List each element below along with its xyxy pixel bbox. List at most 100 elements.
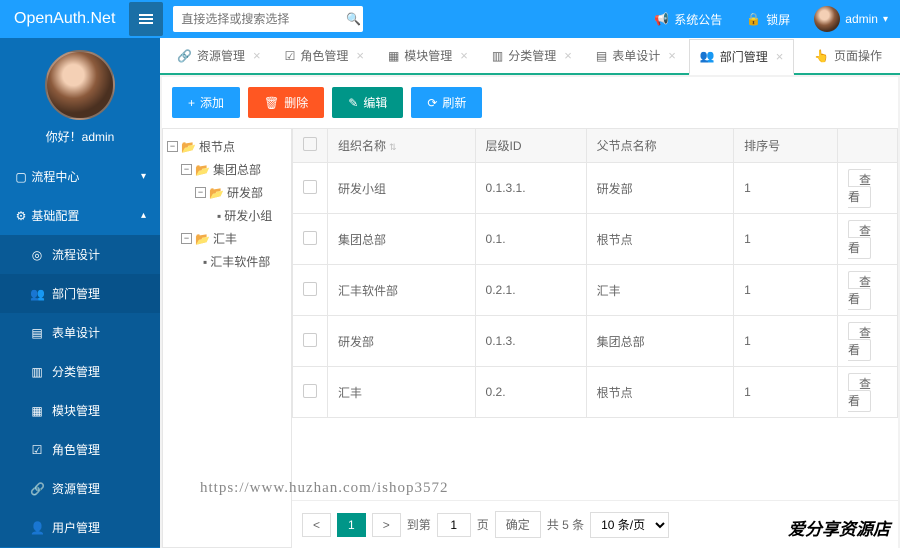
nav-form-design[interactable]: ▤表单设计: [0, 313, 160, 352]
col-parent: 父节点名称: [586, 129, 734, 163]
pager-ok[interactable]: 确定: [495, 511, 541, 538]
pager-size-select[interactable]: 10 条/页: [590, 512, 669, 538]
user-icon: 👤: [30, 521, 44, 535]
view-button[interactable]: 查看: [848, 271, 871, 310]
pager-page-label: 页: [477, 516, 489, 533]
pager-page-1[interactable]: 1: [337, 513, 366, 537]
search-input[interactable]: [173, 12, 344, 26]
form-icon: ▤: [596, 49, 607, 63]
brand: OpenAuth.Net: [0, 10, 129, 28]
cell-parent: 根节点: [586, 367, 734, 418]
cell-level: 0.1.3.1.: [475, 163, 586, 214]
page-operations[interactable]: 👆页面操作: [802, 39, 894, 72]
chevron-down-icon: ▾: [883, 14, 888, 25]
cell-sort: 1: [734, 265, 838, 316]
delete-button[interactable]: 🗑删除: [248, 87, 324, 118]
check-icon: ☑: [30, 443, 44, 457]
tree-node[interactable]: −📂集团总部: [167, 158, 287, 181]
chevron-down-icon: ▾: [141, 171, 146, 182]
row-checkbox[interactable]: [303, 231, 317, 245]
chevron-up-icon: ▴: [141, 210, 146, 221]
form-icon: ▤: [30, 326, 44, 340]
tree-node[interactable]: −📂汇丰: [167, 227, 287, 250]
table-row: 汇丰0.2.根节点1查看: [293, 367, 898, 418]
tab-dept[interactable]: 👥部门管理×: [689, 39, 795, 75]
tree-node[interactable]: −📂研发部: [167, 181, 287, 204]
row-checkbox[interactable]: [303, 384, 317, 398]
lock-link[interactable]: 🔒锁屏: [734, 11, 802, 28]
edit-button[interactable]: ✎编辑: [332, 87, 403, 118]
link-icon: 🔗: [177, 49, 192, 63]
cell-org: 集团总部: [328, 214, 476, 265]
nav-role-manage[interactable]: ☑角色管理: [0, 430, 160, 469]
org-table: 组织名称⇅ 层级ID 父节点名称 排序号 研发小组0.1.3.1.研发部1查看集…: [292, 128, 898, 418]
topbar: OpenAuth.Net 🔍 📢系统公告 🔒锁屏 admin▾: [0, 0, 900, 38]
refresh-button[interactable]: ⟳刷新: [411, 87, 482, 118]
sidebar: 你好！admin ▢ 流程中心▾ ⚙ 基础配置▴ ◎流程设计 👥部门管理 ▤表单…: [0, 38, 160, 548]
close-icon[interactable]: ×: [356, 48, 364, 63]
row-checkbox[interactable]: [303, 282, 317, 296]
nav-category-manage[interactable]: ▥分类管理: [0, 352, 160, 391]
user-menu[interactable]: admin▾: [802, 6, 900, 32]
close-icon[interactable]: ×: [460, 48, 468, 63]
nav-resource-manage[interactable]: 🔗资源管理: [0, 469, 160, 508]
pager-prev[interactable]: <: [302, 513, 331, 537]
circle-icon: ◎: [30, 248, 44, 262]
cell-level: 0.2.: [475, 367, 586, 418]
folder-open-icon: 📂: [181, 140, 196, 154]
module-icon: ▦: [388, 49, 399, 63]
announce-link[interactable]: 📢系统公告: [642, 11, 734, 28]
tab-role[interactable]: ☑角色管理×: [274, 38, 375, 73]
file-icon: ▪: [217, 209, 221, 223]
table-row: 研发部0.1.3.集团总部1查看: [293, 316, 898, 367]
cell-org: 汇丰软件部: [328, 265, 476, 316]
pager-page-input[interactable]: [437, 513, 471, 537]
tab-bar: 🔗资源管理× ☑角色管理× ▦模块管理× ▥分类管理× ▤表单设计× 👥部门管理…: [160, 38, 900, 75]
tree-leaf[interactable]: ▪研发小组: [167, 204, 287, 227]
tab-resource[interactable]: 🔗资源管理×: [166, 38, 272, 73]
menu-toggle[interactable]: [129, 2, 163, 36]
row-checkbox[interactable]: [303, 180, 317, 194]
search-icon[interactable]: 🔍: [344, 12, 363, 26]
view-button[interactable]: 查看: [848, 322, 871, 361]
close-icon[interactable]: ×: [253, 48, 261, 63]
shop-watermark: 爱分享资源店: [788, 515, 890, 540]
nav-module-manage[interactable]: ▦模块管理: [0, 391, 160, 430]
cell-parent: 集团总部: [586, 316, 734, 367]
tree-leaf[interactable]: ▪汇丰软件部: [167, 250, 287, 273]
col-org[interactable]: 组织名称⇅: [328, 129, 476, 163]
category-icon: ▥: [30, 365, 44, 379]
nav-user-manage[interactable]: 👤用户管理: [0, 508, 160, 547]
tab-module[interactable]: ▦模块管理×: [377, 38, 479, 73]
nav-base-config[interactable]: ⚙ 基础配置▴: [0, 196, 160, 235]
pager-next[interactable]: >: [372, 513, 401, 537]
category-icon: ▥: [492, 49, 503, 63]
pencil-icon: ✎: [348, 96, 358, 110]
sort-icon: ⇅: [389, 142, 397, 152]
nav-flow-design[interactable]: ◎流程设计: [0, 235, 160, 274]
collapse-icon[interactable]: −: [167, 141, 178, 152]
close-icon[interactable]: ×: [668, 48, 676, 63]
close-icon[interactable]: ×: [776, 49, 784, 64]
view-button[interactable]: 查看: [848, 373, 871, 412]
col-level: 层级ID: [475, 129, 586, 163]
tree-root[interactable]: −📂根节点: [167, 135, 287, 158]
col-checkbox: [293, 129, 328, 163]
checkbox-all[interactable]: [303, 137, 317, 151]
nav-flow-center[interactable]: ▢ 流程中心▾: [0, 157, 160, 196]
close-icon[interactable]: ×: [564, 48, 572, 63]
user-avatar: [45, 50, 115, 120]
collapse-icon[interactable]: −: [181, 164, 192, 175]
nav-dept-manage[interactable]: 👥部门管理: [0, 274, 160, 313]
view-button[interactable]: 查看: [848, 169, 871, 208]
tab-form[interactable]: ▤表单设计×: [585, 38, 687, 73]
collapse-icon[interactable]: −: [181, 233, 192, 244]
row-checkbox[interactable]: [303, 333, 317, 347]
collapse-icon[interactable]: −: [195, 187, 206, 198]
add-button[interactable]: +添加: [172, 87, 240, 118]
gear-icon: ⚙: [14, 209, 28, 223]
view-button[interactable]: 查看: [848, 220, 871, 259]
col-action: [838, 129, 898, 163]
cell-sort: 1: [734, 316, 838, 367]
tab-category[interactable]: ▥分类管理×: [481, 38, 583, 73]
